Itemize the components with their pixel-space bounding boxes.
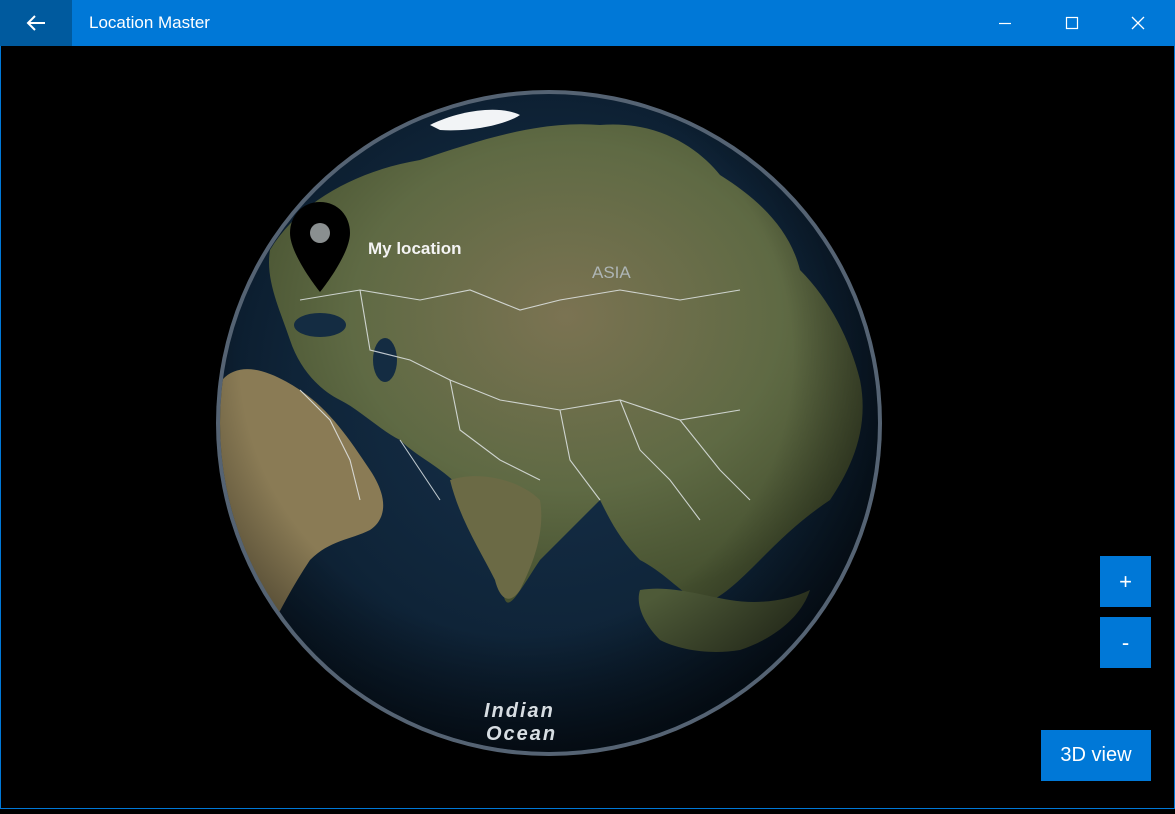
close-button[interactable] (1105, 0, 1171, 46)
zoom-out-button[interactable]: - (1100, 617, 1151, 668)
minimize-icon (999, 22, 1011, 25)
zoom-in-button[interactable]: + (1100, 556, 1151, 607)
maximize-button[interactable] (1039, 0, 1105, 46)
window-frame (0, 46, 1175, 809)
minimize-button[interactable] (972, 0, 1038, 46)
app-title: Location Master (89, 13, 210, 32)
back-button[interactable] (0, 0, 72, 46)
3d-view-button[interactable]: 3D view (1041, 730, 1151, 781)
title-bar: Location Master (0, 0, 1175, 46)
arrow-left-icon (26, 15, 45, 31)
maximize-icon (1065, 16, 1079, 30)
close-icon (1131, 16, 1145, 30)
